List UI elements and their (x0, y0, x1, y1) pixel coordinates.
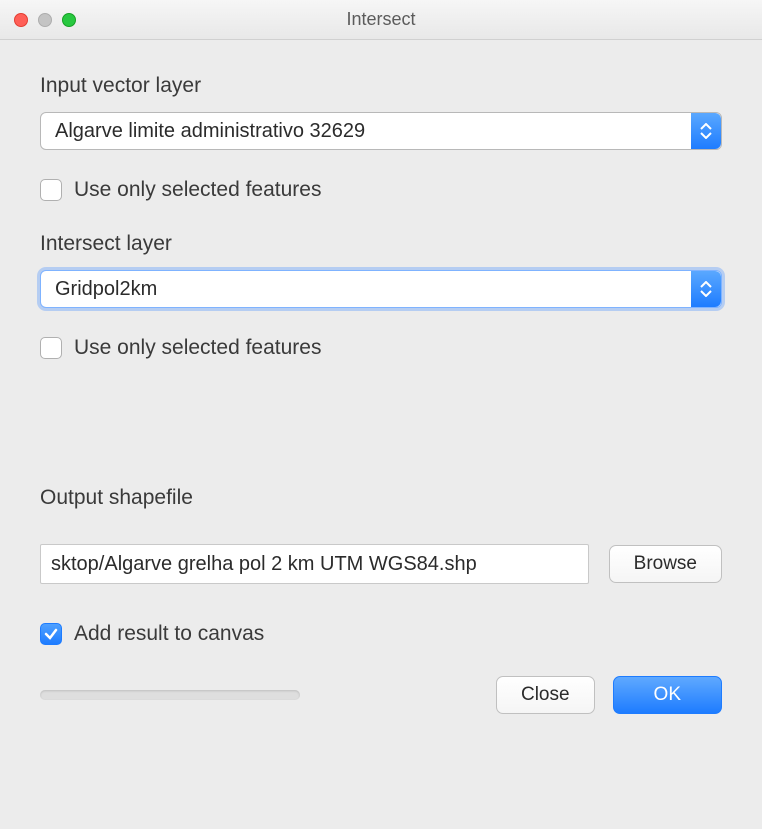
input-layer-select[interactable] (40, 112, 722, 150)
close-button[interactable]: Close (496, 676, 595, 714)
output-shapefile-label: Output shapefile (40, 486, 722, 510)
dialog-content: Input vector layer Use only selected fea… (0, 40, 762, 734)
input-layer-value[interactable] (40, 112, 722, 150)
window-controls (14, 13, 76, 27)
intersect-layer-label: Intersect layer (40, 232, 722, 256)
intersect-use-selected-row: Use only selected features (40, 336, 722, 360)
bottom-row: Close OK (40, 676, 722, 714)
intersect-layer-value[interactable] (40, 270, 722, 308)
close-icon[interactable] (14, 13, 28, 27)
add-to-canvas-checkbox[interactable] (40, 623, 62, 645)
titlebar: Intersect (0, 0, 762, 40)
output-path-input[interactable] (40, 544, 589, 584)
input-use-selected-checkbox[interactable] (40, 179, 62, 201)
intersect-use-selected-label: Use only selected features (74, 336, 321, 360)
ok-button[interactable]: OK (613, 676, 722, 714)
browse-button[interactable]: Browse (609, 545, 722, 583)
add-to-canvas-row: Add result to canvas (40, 622, 722, 646)
maximize-icon[interactable] (62, 13, 76, 27)
minimize-icon[interactable] (38, 13, 52, 27)
intersect-use-selected-checkbox[interactable] (40, 337, 62, 359)
input-use-selected-label: Use only selected features (74, 178, 321, 202)
progress-bar (40, 690, 300, 700)
intersect-layer-select[interactable] (40, 270, 722, 308)
add-to-canvas-label: Add result to canvas (74, 622, 264, 646)
output-row: Browse (40, 544, 722, 584)
input-use-selected-row: Use only selected features (40, 178, 722, 202)
input-layer-label: Input vector layer (40, 74, 722, 98)
window-title: Intersect (0, 9, 762, 30)
